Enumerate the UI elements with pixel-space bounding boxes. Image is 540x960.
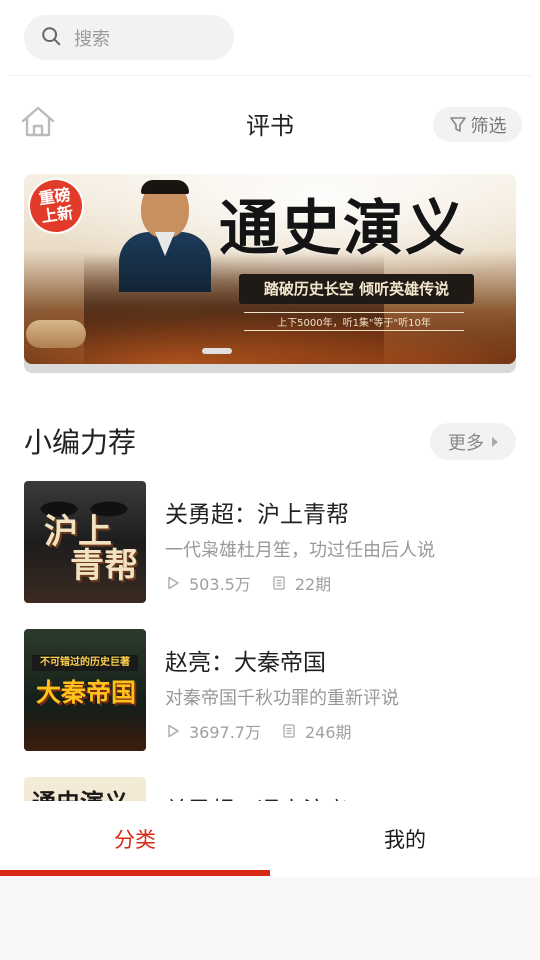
divider <box>8 75 532 76</box>
play-icon <box>168 576 179 590</box>
item-description: 对秦帝国千秋功罪的重新评说 <box>165 688 399 709</box>
badge-line-2: 上新 <box>40 202 75 227</box>
item-title: 关勇超：沪上青帮 <box>165 502 349 528</box>
list-item[interactable]: 沪上 青帮 关勇超：沪上青帮 一代枭雄杜月笙，功过任由后人说 503.5万 22… <box>24 481 524 603</box>
banner-image[interactable]: 重磅 上新 通史演义 踏破历史长空 倾听英雄传说 上下5000年，听1集"等于"… <box>24 174 516 364</box>
host-photo <box>119 180 211 292</box>
cover-title: 大秦帝国 <box>35 678 136 707</box>
episodes-icon <box>283 724 295 738</box>
more-button[interactable]: 更多 <box>430 423 516 460</box>
tab-mine-label: 我的 <box>384 828 426 852</box>
tab-category-label: 分类 <box>114 828 156 852</box>
banner-tagline: 踏破历史长空 倾听英雄传说 <box>239 274 474 304</box>
section-title: 小编力荐 <box>24 426 137 459</box>
item-meta: 503.5万 22期 <box>165 571 331 595</box>
tab-category[interactable]: 分类 <box>0 801 270 877</box>
carousel-indicator <box>202 348 232 354</box>
active-tab-indicator <box>0 870 270 876</box>
filter-icon <box>449 116 466 132</box>
item-description: 一代枭雄杜月笙，功过任由后人说 <box>165 540 435 561</box>
bottom-nav: 分类 我的 <box>0 801 540 960</box>
search-placeholder: 搜索 <box>74 28 110 50</box>
filter-button[interactable]: 筛选 <box>433 107 522 142</box>
play-count: 3697.7万 <box>189 723 261 742</box>
more-label: 更多 <box>448 432 484 454</box>
filter-label: 筛选 <box>470 115 507 137</box>
play-icon <box>168 724 179 738</box>
item-meta: 3697.7万 246期 <box>165 719 352 743</box>
search-icon <box>40 25 62 51</box>
episode-count: 22期 <box>294 575 332 594</box>
tab-bar: 分类 我的 <box>0 801 540 877</box>
episodes-icon <box>273 576 285 590</box>
cover-strip: 不可错过的历史巨著 <box>32 655 138 671</box>
page-root: 搜索 评书 筛选 重磅 上新 通史演义 踏破历史长空 倾听英雄传说 上下5000… <box>0 0 540 960</box>
banner-carousel[interactable]: 重磅 上新 通史演义 踏破历史长空 倾听英雄传说 上下5000年，听1集"等于"… <box>24 174 516 373</box>
banner-scroll <box>26 320 86 348</box>
banner-subline: 上下5000年，听1集"等于"听10年 <box>244 312 464 331</box>
cover-title-line-2: 青帮 <box>70 546 138 586</box>
album-cover[interactable]: 不可错过的历史巨著 大秦帝国 <box>24 629 146 751</box>
cover-title-line-1: 沪上 <box>44 512 112 552</box>
list-item[interactable]: 不可错过的历史巨著 大秦帝国 赵亮：大秦帝国 对秦帝国千秋功罪的重新评说 369… <box>24 629 524 751</box>
episode-count: 246期 <box>305 723 352 742</box>
play-count: 503.5万 <box>189 575 251 594</box>
search-input[interactable]: 搜索 <box>24 15 234 60</box>
tab-mine[interactable]: 我的 <box>270 801 540 877</box>
banner-title: 通史演义 <box>219 194 467 264</box>
item-title: 赵亮：大秦帝国 <box>165 650 326 676</box>
album-cover[interactable]: 沪上 青帮 <box>24 481 146 603</box>
chevron-right-icon <box>492 436 498 447</box>
